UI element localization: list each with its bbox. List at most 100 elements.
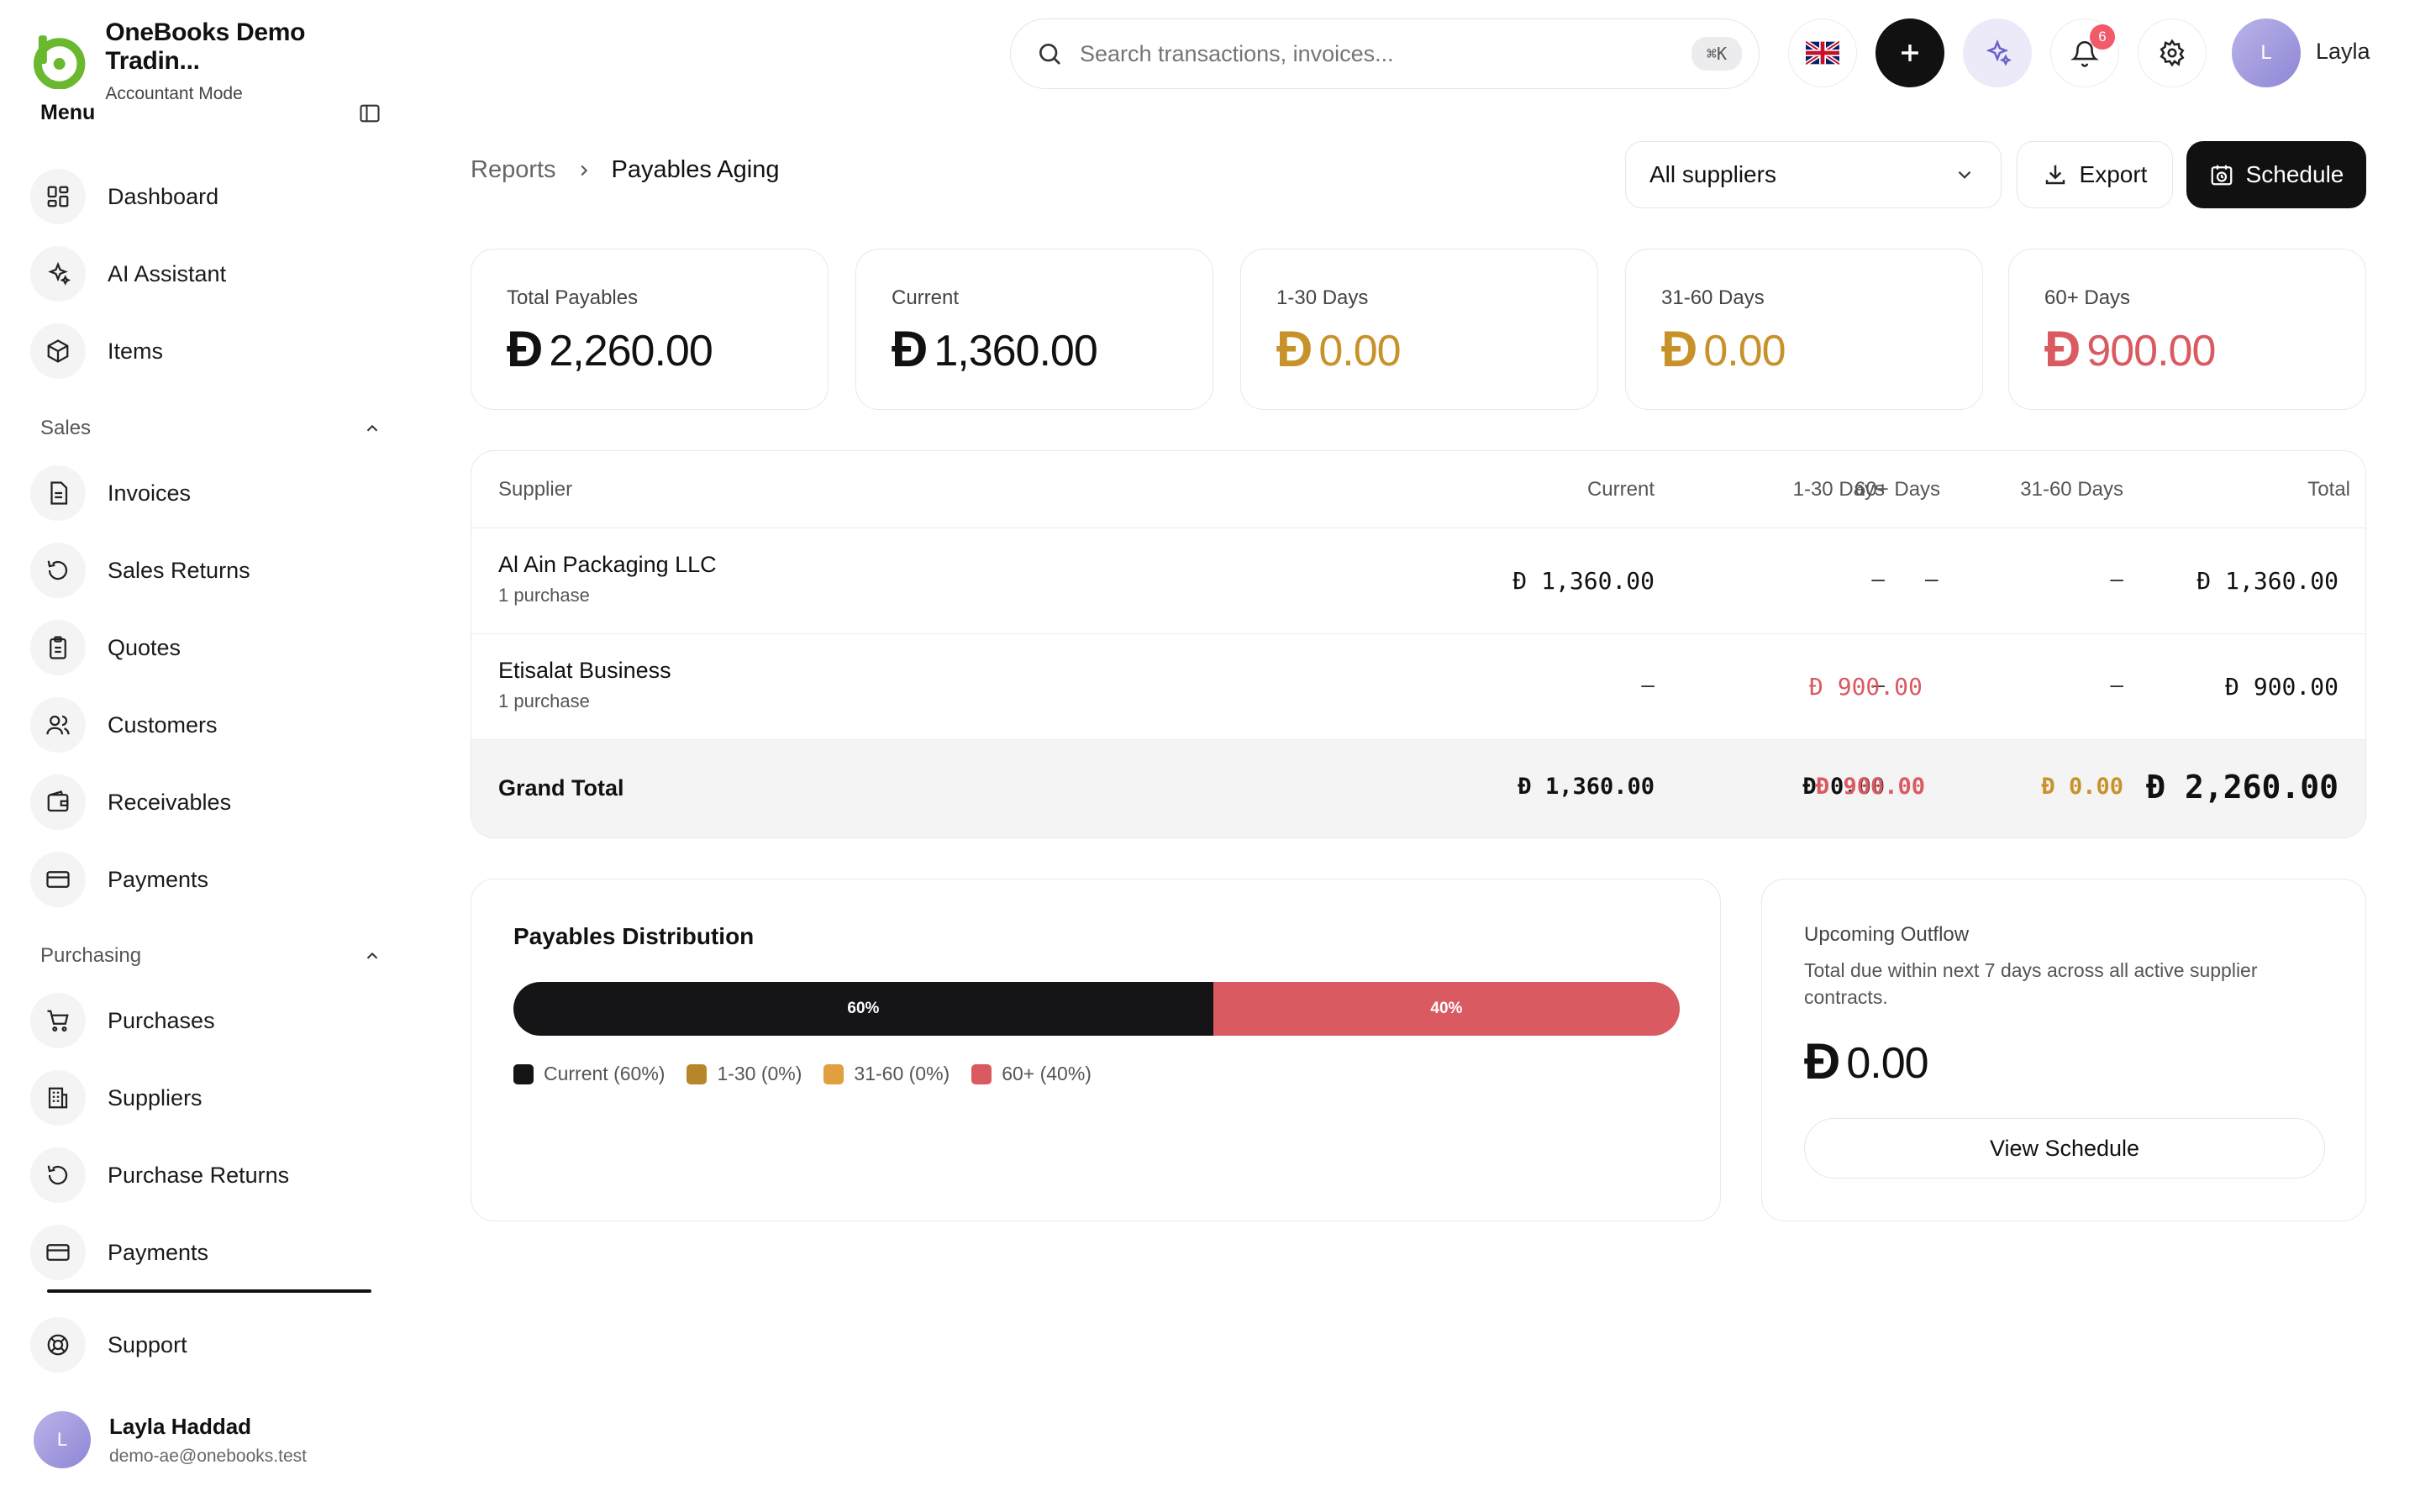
clipboard-icon: [50, 636, 66, 659]
sidebar-item-sales-returns[interactable]: Sales Returns: [30, 543, 383, 598]
language-button[interactable]: [1788, 18, 1857, 87]
grand-31-60: Ð 0.00: [2041, 774, 2123, 800]
sidebar-item-label: Payments: [108, 866, 209, 892]
legend-label: 1-30 (0%): [717, 1063, 802, 1084]
column-header[interactable]: Total: [2307, 478, 2350, 501]
top-user-name[interactable]: Layla: [2316, 39, 2370, 65]
schedule-label: Schedule: [2245, 161, 2344, 187]
sidebar-item-label: Sales Returns: [108, 557, 250, 583]
dirham-icon: Ð: [1276, 321, 1313, 377]
app-root: OneBooks Demo Tradin... Accountant Mode …: [0, 0, 2420, 1512]
sidebar-item-purchase-payments[interactable]: Payments: [30, 1225, 383, 1280]
rotate-ccw-icon: [47, 1165, 68, 1185]
export-button[interactable]: Export: [2017, 141, 2173, 208]
supplier-name[interactable]: Etisalat Business: [498, 658, 671, 684]
sidebar-item-label: Purchases: [108, 1007, 215, 1033]
sidebar-toggle-icon[interactable]: [358, 102, 381, 125]
payables-distribution-card: Payables Distribution 60% 40% Current (60…: [471, 879, 1721, 1221]
sidebar-item-purchases[interactable]: Purchases: [30, 993, 383, 1048]
invoice-icon: [50, 481, 68, 505]
ai-button[interactable]: [1963, 18, 2032, 87]
distribution-title: Payables Distribution: [513, 923, 755, 949]
legend-swatch: [513, 1063, 534, 1084]
sidebar-item-label: Quotes: [108, 634, 182, 660]
search-bar[interactable]: ⌘K: [1010, 18, 1760, 89]
top-avatar[interactable]: L: [2232, 18, 2301, 87]
chevron-up-icon: [366, 424, 378, 432]
legend-item: Current (60%): [513, 1063, 665, 1085]
settings-button[interactable]: [2138, 18, 2207, 87]
table-row[interactable]: Etisalat Business 1 purchase – – – Ð 900…: [471, 634, 2365, 740]
sidebar-item-customers[interactable]: Customers: [30, 697, 383, 753]
supplier-filter-value: All suppliers: [1649, 161, 1776, 187]
sidebar-item-label: Invoices: [108, 480, 192, 506]
grand-current: Ð 1,360.00: [1518, 774, 1655, 800]
building-icon: [48, 1087, 68, 1109]
legend-swatch: [687, 1063, 708, 1084]
export-label: Export: [2079, 161, 2148, 187]
sidebar-item-purchase-returns[interactable]: Purchase Returns: [30, 1147, 383, 1203]
aging-table: Supplier Current 1-30 Days 31-60 Days To…: [471, 450, 2366, 838]
column-header[interactable]: 60+ Days: [1854, 478, 1940, 501]
summary-card-31-60: 31-60 Days Ð 0.00: [1625, 249, 1983, 410]
sidebar-scrollbar[interactable]: [47, 1289, 371, 1293]
sidebar-user[interactable]: L Layla Haddad demo-ae@onebooks.test: [34, 1411, 307, 1468]
sidebar-item-quotes[interactable]: Quotes: [30, 620, 383, 675]
sidebar-item-label: Suppliers: [108, 1084, 203, 1110]
cart-icon: [47, 1010, 69, 1032]
schedule-button[interactable]: Schedule: [2186, 141, 2366, 208]
download-icon: [2045, 165, 2065, 185]
breadcrumb-reports[interactable]: Reports: [471, 156, 556, 184]
notifications-button[interactable]: 6: [2050, 18, 2119, 87]
cell-empty: –: [1871, 565, 1885, 591]
sidebar-item-support[interactable]: Support: [30, 1317, 383, 1373]
grand-total-row: Grand Total Ð 1,360.00 Ð 0.00 Ð 0.00 Ð 9…: [471, 740, 2365, 837]
onebooks-logo-icon: [33, 35, 86, 89]
distribution-segment: 60%: [513, 982, 1213, 1036]
distribution-segment: 40%: [1213, 982, 1680, 1036]
supplier-sub: 1 purchase: [498, 585, 590, 606]
wallet-icon: [47, 790, 69, 812]
cell-empty: –: [2110, 565, 2123, 591]
plus-icon: [1902, 45, 1918, 61]
supplier-sub: 1 purchase: [498, 690, 590, 711]
section-label: Sales: [40, 417, 92, 439]
card-label: Total Payables: [507, 286, 639, 309]
cell-empty: –: [1641, 671, 1655, 697]
dirham-icon: Ð: [1804, 1033, 1840, 1089]
legend-label: 60+ (40%): [1002, 1063, 1092, 1084]
search-icon: [1039, 44, 1060, 65]
column-header[interactable]: Supplier: [498, 478, 572, 501]
table-row[interactable]: Al Ain Packaging LLC 1 purchase Ð 1,360.…: [471, 528, 2365, 634]
sidebar-item-receivables[interactable]: Receivables: [30, 774, 383, 830]
grand-total-label: Grand Total: [498, 775, 624, 801]
grand-60-plus: Ð 900.00: [1816, 774, 1926, 800]
search-input[interactable]: [1080, 40, 1691, 67]
column-header[interactable]: Current: [1587, 478, 1655, 501]
credit-card-icon: [46, 1244, 70, 1261]
summary-card-total: Total Payables Ð 2,260.00: [471, 249, 829, 410]
section-purchasing[interactable]: Purchasing: [40, 944, 381, 968]
column-header[interactable]: 31-60 Days: [2020, 478, 2123, 501]
sidebar-item-ai-assistant[interactable]: AI Assistant: [30, 246, 383, 302]
supplier-filter-select[interactable]: All suppliers: [1625, 141, 2002, 208]
sidebar-item-suppliers[interactable]: Suppliers: [30, 1070, 383, 1126]
supplier-name[interactable]: Al Ain Packaging LLC: [498, 552, 717, 578]
cell-60-plus: Ð 900.00: [1809, 673, 1923, 701]
add-button[interactable]: [1876, 18, 1944, 87]
section-sales[interactable]: Sales: [40, 417, 381, 440]
sidebar: OneBooks Demo Tradin... Accountant Mode …: [0, 0, 403, 1512]
distribution-legend: Current (60%) 1-30 (0%) 31-60 (0%) 60+ (40%…: [513, 1063, 1092, 1085]
sidebar-item-items[interactable]: Items: [30, 323, 383, 379]
sidebar-item-invoices[interactable]: Invoices: [30, 465, 383, 521]
dashboard-icon: [47, 186, 69, 207]
sidebar-item-sales-payments[interactable]: Payments: [30, 852, 383, 907]
dirham-icon: Ð: [507, 321, 543, 377]
dirham-icon: Ð: [892, 321, 928, 377]
sidebar-item-label: Receivables: [108, 789, 232, 815]
brand[interactable]: OneBooks Demo Tradin... Accountant Mode: [32, 18, 403, 104]
uk-flag-icon: [1806, 41, 1839, 65]
view-schedule-button[interactable]: View Schedule: [1804, 1118, 2325, 1179]
sidebar-item-dashboard[interactable]: Dashboard: [30, 169, 383, 224]
rotate-ccw-icon: [47, 560, 68, 580]
